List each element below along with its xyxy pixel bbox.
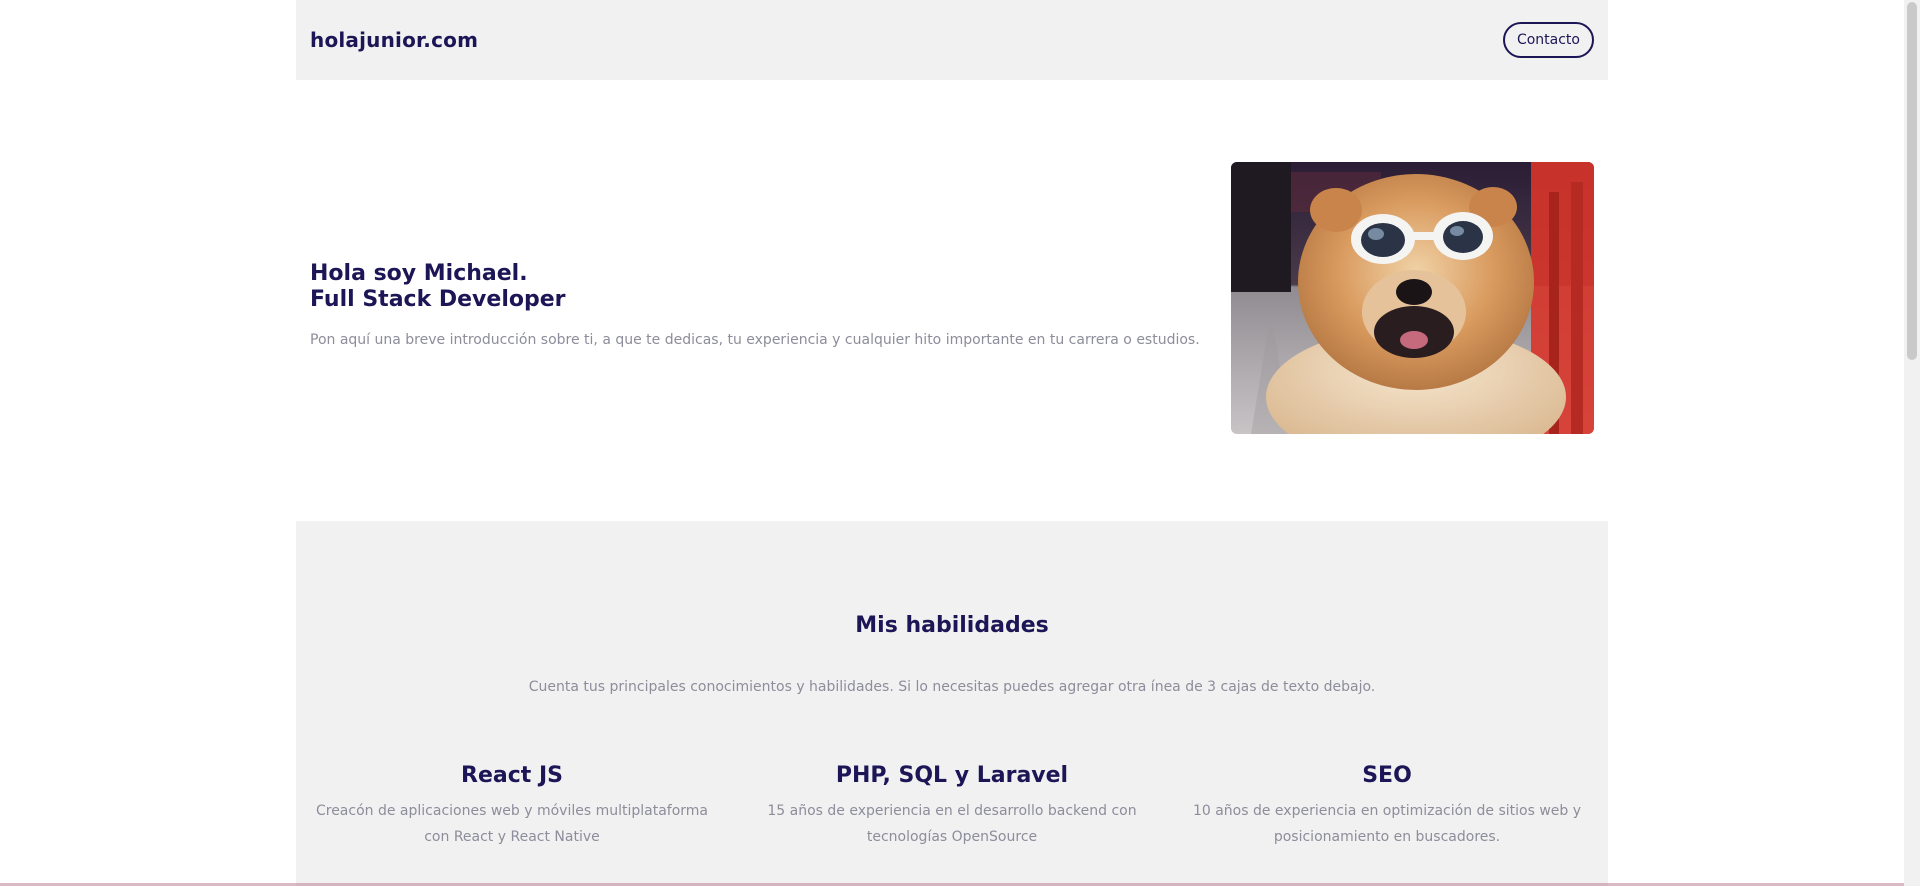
skill-description-line: con React y React Native <box>424 829 600 845</box>
hero-title-line1: Hola soy Michael. <box>310 261 528 286</box>
skill-description-line: tecnologías OpenSource <box>866 829 1038 845</box>
skill-description-line: 10 años de experiencia en optimización d… <box>1192 803 1582 819</box>
hero-image <box>1231 162 1594 434</box>
skill-card-seo: SEO 10 años de experiencia en optimizaci… <box>1185 762 1589 850</box>
site-header: holajunior.com Contacto <box>296 0 1608 80</box>
vertical-scrollbar[interactable] <box>1904 0 1920 886</box>
skills-section: Mis habilidades Cuenta tus principales c… <box>296 521 1608 886</box>
hero-title-line2: Full Stack Developer <box>310 287 566 312</box>
hero-text: Hola soy Michael. Full Stack Developer P… <box>310 261 1200 351</box>
contact-button[interactable]: Contacto <box>1502 22 1594 58</box>
skill-title: PHP, SQL y Laravel <box>835 763 1069 788</box>
skill-description: 15 años de experiencia en el desarrollo … <box>750 798 1154 850</box>
hero-description: Pon aquí una breve introducción sobre ti… <box>310 332 1200 348</box>
skill-description-line: Creacón de aplicaciones web y móviles mu… <box>315 803 709 819</box>
skill-card-react: React JS Creacón de aplicaciones web y m… <box>310 762 714 850</box>
hero-section: Hola soy Michael. Full Stack Developer P… <box>296 80 1608 521</box>
skill-description-line: posicionamiento en buscadores. <box>1273 829 1501 845</box>
site-logo[interactable]: holajunior.com <box>310 28 478 52</box>
skill-title: React JS <box>461 763 563 788</box>
skills-description: Cuenta tus principales conocimientos y h… <box>528 679 1376 695</box>
page: holajunior.com Contacto Hola soy Michael… <box>0 0 1904 886</box>
dog-with-sunglasses-photo <box>1231 162 1594 434</box>
skills-title: Mis habilidades <box>855 613 1049 638</box>
hero-title: Hola soy Michael. Full Stack Developer <box>310 261 1190 313</box>
skill-description-line: 15 años de experiencia en el desarrollo … <box>767 803 1137 819</box>
skill-description: Creacón de aplicaciones web y móviles mu… <box>310 798 714 850</box>
skill-description: 10 años de experiencia en optimización d… <box>1185 798 1589 850</box>
skill-card-php: PHP, SQL y Laravel 15 años de experienci… <box>750 762 1154 850</box>
scrollbar-thumb[interactable] <box>1907 2 1917 360</box>
skill-title: SEO <box>1362 763 1412 788</box>
